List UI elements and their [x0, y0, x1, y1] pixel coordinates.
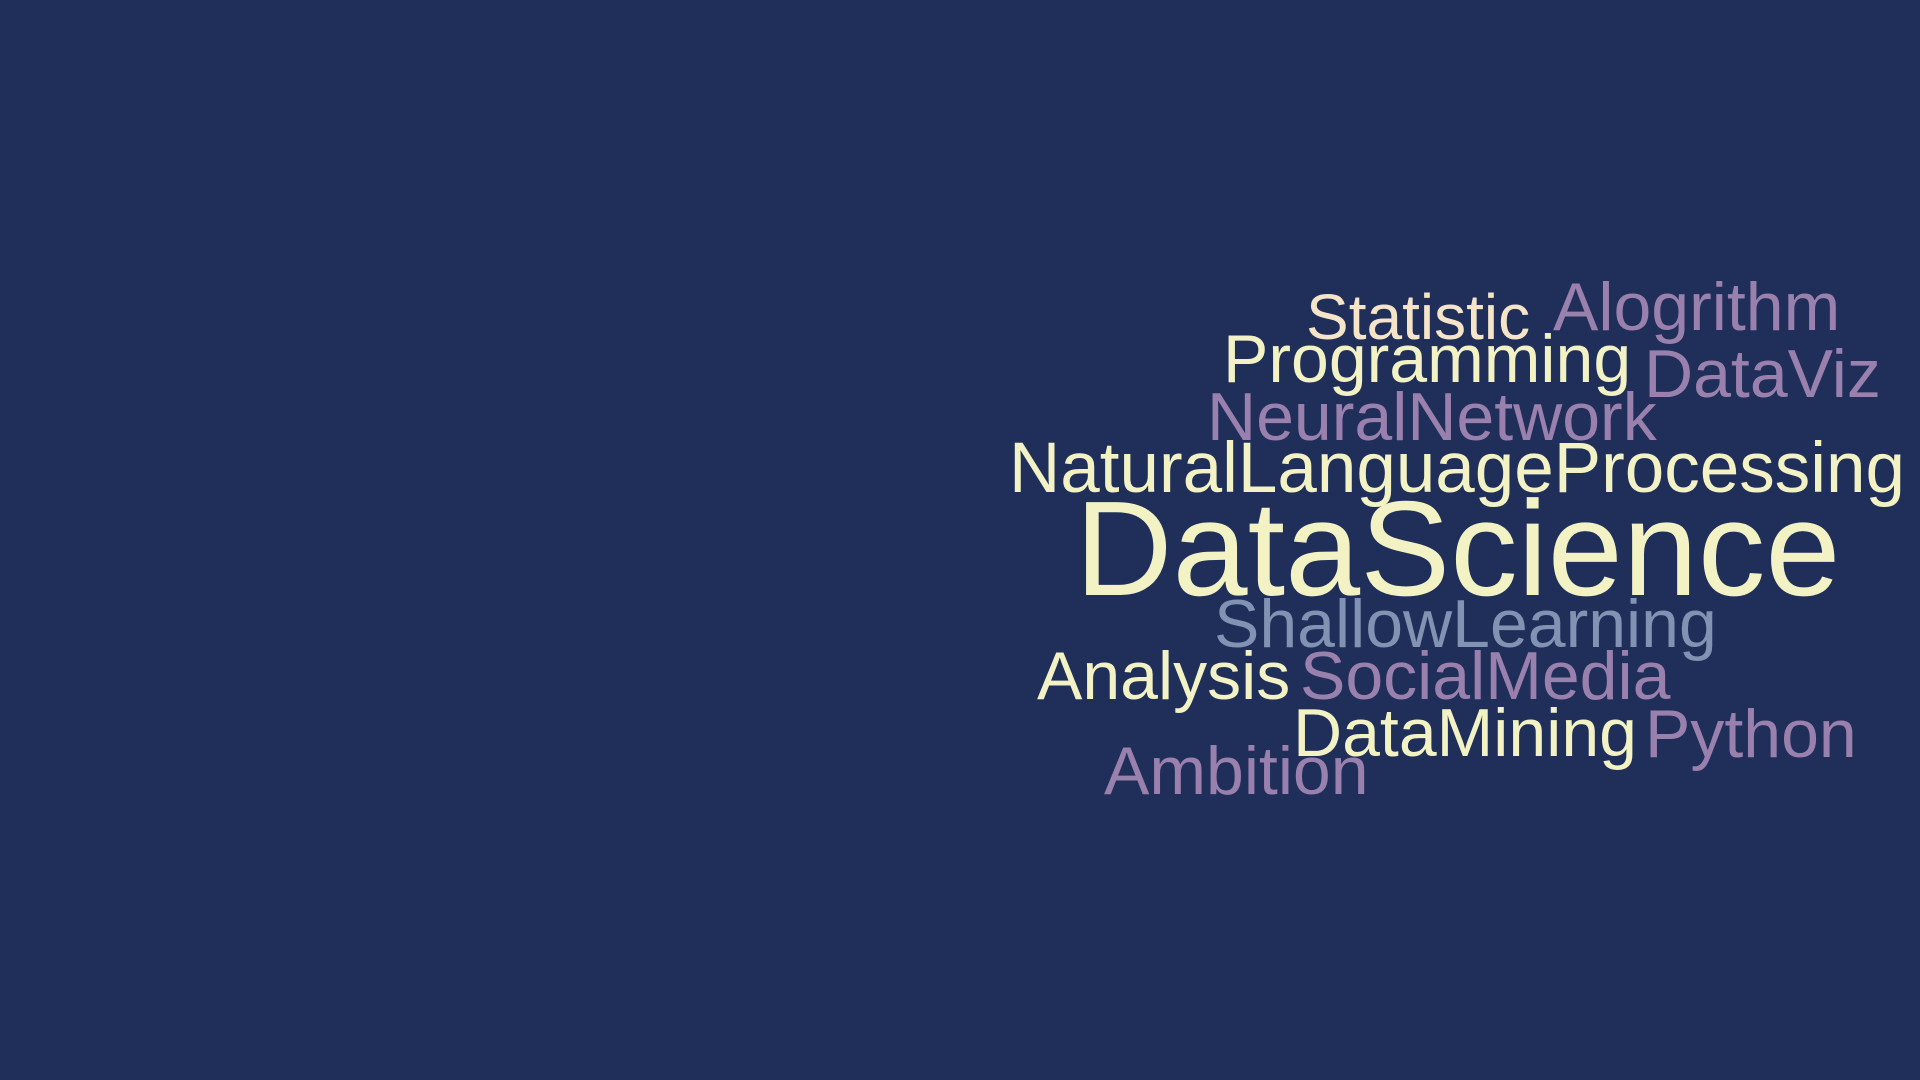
word-analysis: Analysis: [1037, 638, 1291, 714]
word-python: Python: [1645, 696, 1857, 772]
word-dataviz: DataViz: [1644, 336, 1881, 412]
word-ambition: Ambition: [1104, 733, 1369, 809]
word-cloud: Statistic Alogrithm Programming DataViz …: [0, 0, 1920, 1080]
